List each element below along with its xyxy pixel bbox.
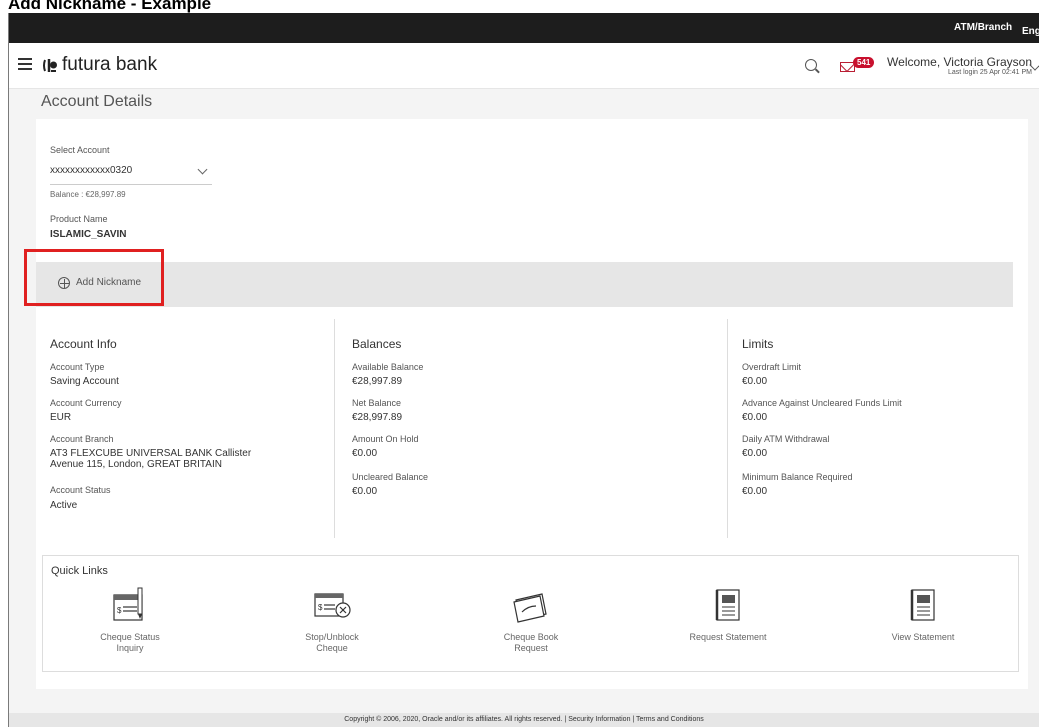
highlight-box (24, 249, 164, 306)
stop-cheque-icon: $ (314, 593, 351, 618)
available-balance-label: Available Balance (352, 362, 424, 372)
view-statement-link[interactable]: View Statement (863, 586, 983, 643)
account-status-label: Account Status (50, 485, 111, 495)
cheque-book-icon (513, 593, 547, 623)
cheque-book-request-link[interactable]: Cheque Book Request (476, 586, 586, 654)
svg-text:$: $ (117, 606, 122, 615)
view-statement-label: View Statement (891, 632, 955, 642)
footer: Copyright © 2006, 2020, Oracle and/or it… (9, 713, 1039, 727)
column-divider (727, 319, 728, 538)
account-branch-value-line1: AT3 FLEXCUBE UNIVERSAL BANK Callister (50, 448, 252, 459)
nickname-band: Add Nickname (36, 262, 1013, 307)
account-currency-label: Account Currency (50, 398, 122, 408)
logo-text: futura bank (62, 54, 158, 75)
advance-limit-label: Advance Against Uncleared Funds Limit (742, 398, 902, 408)
limits-title: Limits (742, 337, 774, 351)
account-currency-value: EUR (50, 412, 72, 423)
atm-branch-link[interactable]: ATM/Branch (954, 22, 1012, 33)
cheque-status-icon: $ (113, 587, 143, 621)
daily-atm-value: €0.00 (742, 448, 768, 459)
account-branch-value-line2: Avenue 115, London, GREAT BRITAIN (50, 459, 222, 470)
svg-text:$: $ (318, 603, 323, 612)
minimum-balance-label: Minimum Balance Required (742, 472, 853, 482)
quick-links-panel: Quick Links $ Cheque Status Inquiry $ St… (42, 555, 1019, 672)
cheque-book-label-1: Cheque Book (503, 632, 559, 642)
stop-unblock-label-1: Stop/Unblock (305, 632, 359, 642)
header: futura bank 541 Welcome, Victoria Grayso… (9, 43, 1039, 89)
welcome-text: Welcome, Victoria Grayson (887, 55, 1032, 69)
account-info-title: Account Info (50, 337, 117, 351)
account-select[interactable]: xxxxxxxxxxxx0320 (50, 164, 212, 185)
cheque-status-label-1: Cheque Status (100, 632, 160, 642)
view-statement-icon (910, 589, 935, 621)
mail-count-badge: 541 (853, 57, 875, 68)
quick-links-title: Quick Links (51, 565, 108, 577)
net-balance-label: Net Balance (352, 398, 402, 408)
account-status-value: Active (50, 500, 78, 511)
stop-unblock-label-2: Cheque (316, 643, 348, 653)
available-balance-value: €28,997.89 (352, 376, 403, 387)
search-icon[interactable] (805, 59, 817, 71)
cheque-book-label-2: Request (514, 643, 548, 653)
cheque-status-inquiry-link[interactable]: $ Cheque Status Inquiry (75, 586, 185, 654)
app-frame: ATM/Branch English ﹀ futura bank 541 Wel… (8, 13, 1039, 727)
balance-text: Balance : €28,997.89 (50, 190, 126, 199)
futura-logo-icon (42, 57, 59, 74)
request-statement-label: Request Statement (689, 632, 767, 642)
advance-limit-value: €0.00 (742, 412, 768, 423)
request-statement-link[interactable]: Request Statement (668, 586, 788, 643)
stop-unblock-cheque-link[interactable]: $ Stop/Unblock Cheque (277, 586, 387, 654)
uncleared-balance-value: €0.00 (352, 486, 378, 497)
last-login-text: Last login 25 Apr 02:41 PM (947, 69, 1032, 76)
column-divider (334, 319, 335, 538)
daily-atm-label: Daily ATM Withdrawal (742, 434, 830, 444)
overdraft-limit-label: Overdraft Limit (742, 362, 802, 372)
account-select-value: xxxxxxxxxxxx0320 (50, 165, 133, 176)
account-type-label: Account Type (50, 362, 105, 372)
language-label: English (1022, 26, 1039, 37)
account-branch-label: Account Branch (50, 434, 114, 444)
select-account-label: Select Account (50, 145, 110, 155)
minimum-balance-value: €0.00 (742, 486, 768, 497)
product-name-value: ISLAMIC_SAVIN (50, 229, 127, 240)
chevron-down-icon (197, 164, 208, 175)
cheque-status-label-2: Inquiry (116, 643, 144, 653)
top-bar: ATM/Branch English ﹀ (9, 13, 1039, 43)
bank-logo[interactable]: futura bank (42, 54, 157, 76)
document-caption: Add Nickname - Example (8, 0, 212, 13)
page-title: Account Details (41, 93, 153, 110)
menu-icon[interactable] (18, 58, 32, 70)
balances-title: Balances (352, 337, 402, 351)
overdraft-limit-value: €0.00 (742, 376, 768, 387)
product-name-label: Product Name (50, 214, 108, 224)
request-statement-icon (715, 589, 740, 621)
language-selector[interactable]: English ﹀ (1022, 22, 1039, 37)
net-balance-value: €28,997.89 (352, 412, 403, 423)
amount-on-hold-label: Amount On Hold (352, 434, 419, 444)
account-details-card: Select Account xxxxxxxxxxxx0320 Balance … (36, 119, 1028, 689)
amount-on-hold-value: €0.00 (352, 448, 378, 459)
uncleared-balance-label: Uncleared Balance (352, 472, 429, 482)
account-type-value: Saving Account (50, 376, 119, 387)
